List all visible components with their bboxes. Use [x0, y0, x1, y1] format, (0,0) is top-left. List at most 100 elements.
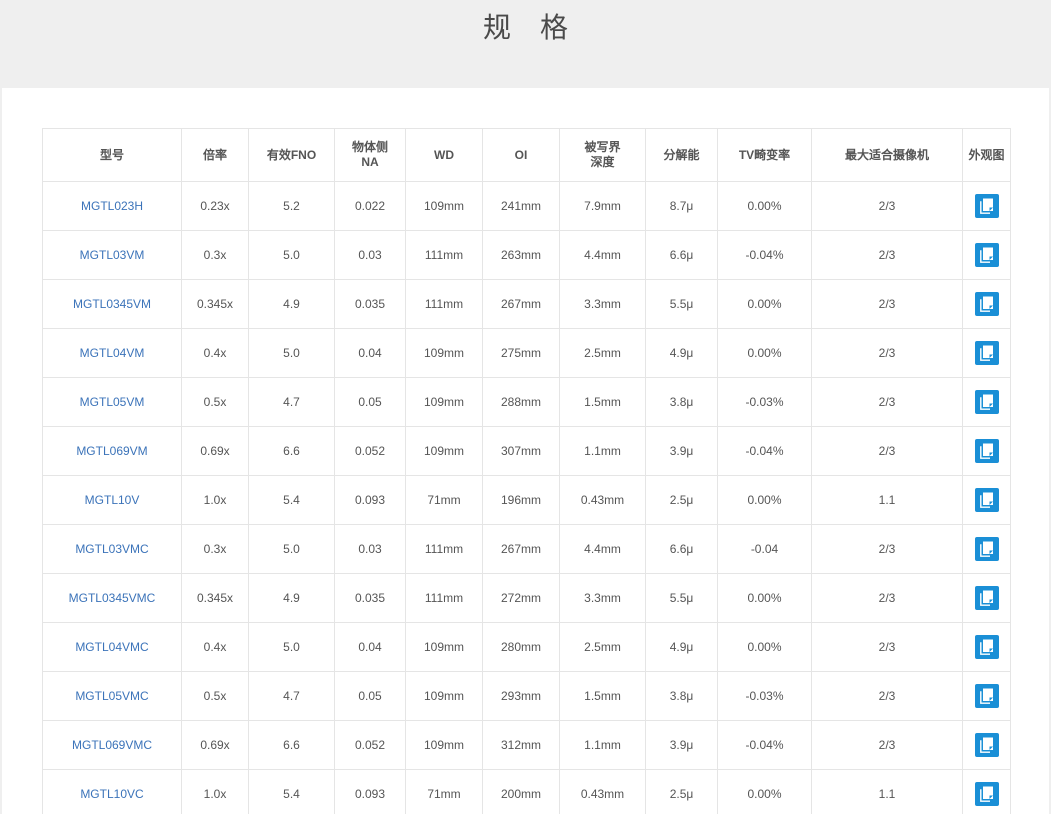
cell-magnification: 0.3x	[181, 524, 249, 574]
cell-model[interactable]: MGTL03VMC	[42, 524, 182, 574]
cell-model[interactable]: MGTL10V	[42, 475, 182, 525]
header-depth-of-field: 被写界 深度	[559, 128, 646, 182]
view-appearance-button[interactable]	[974, 390, 999, 414]
title-band: 规 格	[0, 0, 1051, 88]
cell-max-camera: 2/3	[811, 426, 963, 476]
cell-effective-fno: 4.7	[248, 671, 335, 721]
cell-max-camera: 2/3	[811, 230, 963, 280]
cell-max-camera: 2/3	[811, 524, 963, 574]
cell-appearance	[962, 769, 1011, 814]
spec-table-body: MGTL023H 0.23x 5.2 0.022 109mm 241mm 7.9mm 8.7μ…	[42, 181, 1011, 814]
cell-resolution: 6.6μ	[645, 524, 718, 574]
view-appearance-button[interactable]	[974, 341, 999, 365]
cell-magnification: 0.69x	[181, 720, 249, 770]
cell-magnification: 0.5x	[181, 671, 249, 721]
cell-model[interactable]: MGTL0345VMC	[42, 573, 182, 623]
cell-appearance	[962, 524, 1011, 574]
view-appearance-button[interactable]	[974, 439, 999, 463]
view-appearance-button[interactable]	[974, 292, 999, 316]
spec-table: 型号 倍率 有效FNO 物体侧 NA WD OI 被写界 深度 分解能 TV畸变率 …	[42, 128, 1011, 814]
cell-tv-distortion: -0.04%	[717, 230, 812, 280]
document-icon	[979, 296, 993, 312]
cell-object-na: 0.03	[334, 524, 406, 574]
cell-oi: 267mm	[482, 524, 560, 574]
cell-oi: 293mm	[482, 671, 560, 721]
cell-tv-distortion: -0.03%	[717, 377, 812, 427]
cell-max-camera: 2/3	[811, 328, 963, 378]
cell-oi: 275mm	[482, 328, 560, 378]
cell-oi: 196mm	[482, 475, 560, 525]
table-row: MGTL069VMC 0.69x 6.6 0.052 109mm 312mm 1.1mm 3.…	[42, 720, 1011, 770]
cell-effective-fno: 5.2	[248, 181, 335, 231]
cell-model[interactable]: MGTL04VM	[42, 328, 182, 378]
cell-wd: 109mm	[405, 181, 483, 231]
cell-model[interactable]: MGTL03VM	[42, 230, 182, 280]
document-icon	[979, 247, 993, 263]
document-icon	[979, 786, 993, 802]
cell-depth-of-field: 0.43mm	[559, 769, 646, 814]
cell-wd: 71mm	[405, 475, 483, 525]
view-appearance-button[interactable]	[974, 243, 999, 267]
cell-oi: 288mm	[482, 377, 560, 427]
cell-resolution: 4.9μ	[645, 328, 718, 378]
cell-object-na: 0.022	[334, 181, 406, 231]
cell-model[interactable]: MGTL023H	[42, 181, 182, 231]
cell-model[interactable]: MGTL069VMC	[42, 720, 182, 770]
cell-model[interactable]: MGTL0345VM	[42, 279, 182, 329]
document-icon	[979, 492, 993, 508]
table-row: MGTL04VM 0.4x 5.0 0.04 109mm 275mm 2.5mm 4.9μ 0.…	[42, 328, 1011, 378]
header-model: 型号	[42, 128, 182, 182]
cell-wd: 109mm	[405, 426, 483, 476]
cell-wd: 109mm	[405, 671, 483, 721]
cell-appearance	[962, 720, 1011, 770]
view-appearance-button[interactable]	[974, 733, 999, 757]
cell-resolution: 5.5μ	[645, 573, 718, 623]
cell-model[interactable]: MGTL05VM	[42, 377, 182, 427]
cell-model[interactable]: MGTL069VM	[42, 426, 182, 476]
cell-depth-of-field: 1.1mm	[559, 720, 646, 770]
cell-model[interactable]: MGTL04VMC	[42, 622, 182, 672]
cell-max-camera: 2/3	[811, 720, 963, 770]
view-appearance-button[interactable]	[974, 537, 999, 561]
document-icon	[979, 590, 993, 606]
cell-oi: 307mm	[482, 426, 560, 476]
cell-appearance	[962, 622, 1011, 672]
cell-tv-distortion: 0.00%	[717, 475, 812, 525]
view-appearance-button[interactable]	[974, 782, 999, 806]
header-magnification: 倍率	[181, 128, 249, 182]
view-appearance-button[interactable]	[974, 684, 999, 708]
cell-oi: 267mm	[482, 279, 560, 329]
view-appearance-button[interactable]	[974, 194, 999, 218]
cell-effective-fno: 5.0	[248, 524, 335, 574]
cell-wd: 111mm	[405, 279, 483, 329]
table-row: MGTL05VMC 0.5x 4.7 0.05 109mm 293mm 1.5mm 3.8μ -…	[42, 671, 1011, 721]
header-max-camera: 最大适合摄像机	[811, 128, 963, 182]
cell-tv-distortion: 0.00%	[717, 279, 812, 329]
cell-object-na: 0.04	[334, 622, 406, 672]
cell-model[interactable]: MGTL05VMC	[42, 671, 182, 721]
table-row: MGTL03VM 0.3x 5.0 0.03 111mm 263mm 4.4mm 6.6μ -0…	[42, 230, 1011, 280]
cell-depth-of-field: 3.3mm	[559, 573, 646, 623]
cell-magnification: 0.23x	[181, 181, 249, 231]
cell-model[interactable]: MGTL10VC	[42, 769, 182, 814]
cell-wd: 109mm	[405, 377, 483, 427]
cell-depth-of-field: 4.4mm	[559, 524, 646, 574]
cell-max-camera: 2/3	[811, 279, 963, 329]
document-icon	[979, 443, 993, 459]
cell-effective-fno: 6.6	[248, 720, 335, 770]
cell-tv-distortion: 0.00%	[717, 622, 812, 672]
cell-effective-fno: 4.9	[248, 279, 335, 329]
cell-tv-distortion: 0.00%	[717, 181, 812, 231]
view-appearance-button[interactable]	[974, 635, 999, 659]
cell-wd: 109mm	[405, 622, 483, 672]
cell-tv-distortion: 0.00%	[717, 328, 812, 378]
view-appearance-button[interactable]	[974, 586, 999, 610]
cell-max-camera: 2/3	[811, 671, 963, 721]
view-appearance-button[interactable]	[974, 488, 999, 512]
cell-appearance	[962, 230, 1011, 280]
cell-max-camera: 1.1	[811, 769, 963, 814]
cell-magnification: 0.5x	[181, 377, 249, 427]
table-row: MGTL0345VM 0.345x 4.9 0.035 111mm 267mm 3.3mm 5…	[42, 279, 1011, 329]
cell-depth-of-field: 2.5mm	[559, 622, 646, 672]
header-effective-fno: 有效FNO	[248, 128, 335, 182]
